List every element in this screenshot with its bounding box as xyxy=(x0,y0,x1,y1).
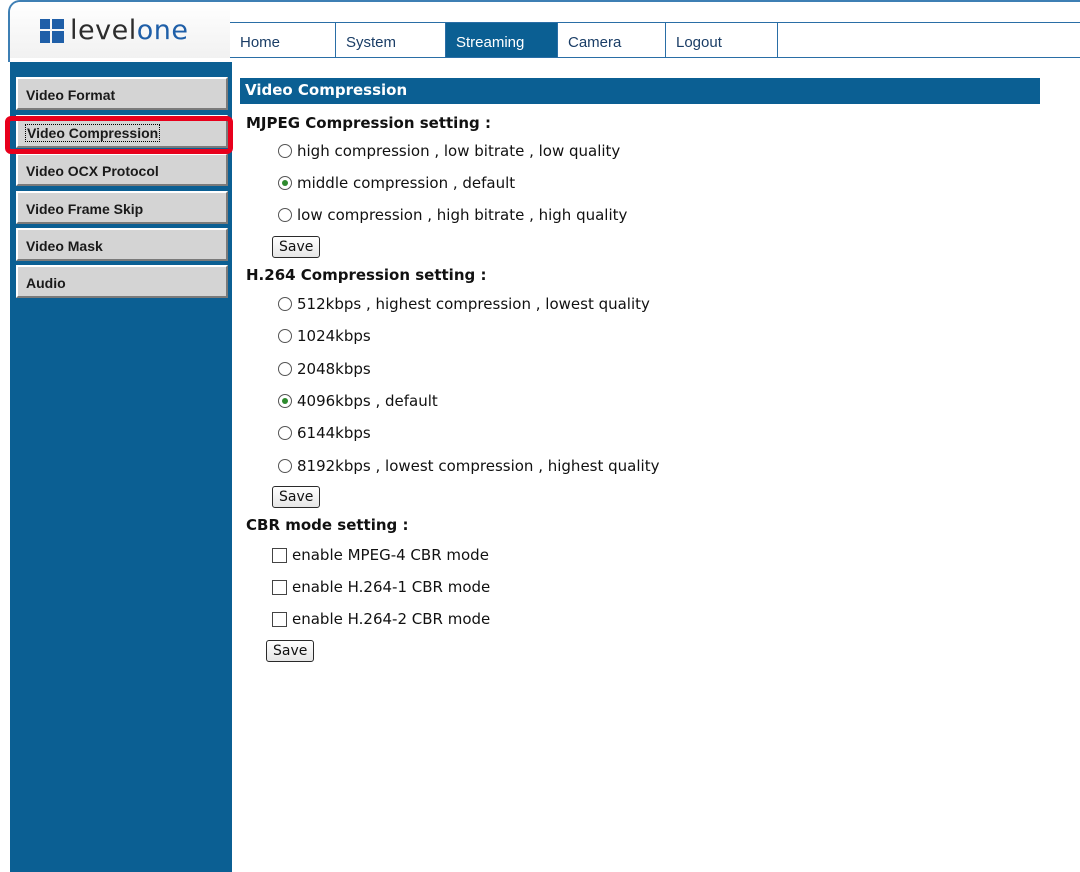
radio-button[interactable] xyxy=(278,297,292,311)
sidebar-item-video-format[interactable]: Video Format xyxy=(16,77,228,110)
option-label: enable H.264-1 CBR mode xyxy=(292,578,491,596)
option-label: 4096kbps , default xyxy=(297,392,438,410)
option-label: high compression , low bitrate , low qua… xyxy=(297,142,621,160)
checkbox[interactable] xyxy=(272,547,287,563)
tab-logout[interactable]: Logout xyxy=(666,23,778,57)
sidebar-item-label: Video OCX Protocol xyxy=(26,163,159,179)
h264-save-button[interactable]: Save xyxy=(272,486,321,508)
radio-button[interactable] xyxy=(278,426,292,440)
option-label: 2048kbps xyxy=(297,360,371,378)
tab-camera[interactable]: Camera xyxy=(558,23,666,57)
tab-home[interactable]: Home xyxy=(230,23,336,57)
h264-section-label: H.264 Compression setting : xyxy=(246,266,487,284)
option-label: middle compression , default xyxy=(297,174,516,192)
cbr-save-button[interactable]: Save xyxy=(266,640,315,662)
radio-button[interactable] xyxy=(278,459,292,473)
cbr-section-label: CBR mode setting : xyxy=(246,516,409,534)
option-label: enable H.264-2 CBR mode xyxy=(292,610,491,628)
option-label: 512kbps , highest compression , lowest q… xyxy=(297,295,650,313)
levelone-logo-icon xyxy=(40,19,64,43)
radio-button[interactable] xyxy=(278,362,292,376)
cbr-option-mpeg4[interactable]: enable MPEG-4 CBR mode xyxy=(272,546,489,564)
h264-option-2048[interactable]: 2048kbps xyxy=(278,360,371,378)
radio-button[interactable] xyxy=(278,329,292,343)
sidebar-item-label: Video Format xyxy=(26,87,116,103)
top-nav: Home System Streaming Camera Logout xyxy=(230,22,1080,58)
mjpeg-section-label: MJPEG Compression setting : xyxy=(246,114,491,132)
option-label: enable MPEG-4 CBR mode xyxy=(292,546,489,564)
option-label: 8192kbps , lowest compression , highest … xyxy=(297,457,660,475)
mjpeg-option-high[interactable]: high compression , low bitrate , low qua… xyxy=(278,142,620,160)
tab-streaming[interactable]: Streaming xyxy=(446,23,558,57)
radio-button-selected[interactable] xyxy=(278,176,292,190)
logo-area: levelone xyxy=(10,2,230,58)
sidebar-item-video-mask[interactable]: Video Mask xyxy=(16,228,228,261)
checkbox[interactable] xyxy=(272,579,287,595)
h264-option-6144[interactable]: 6144kbps xyxy=(278,424,371,442)
radio-button[interactable] xyxy=(278,144,292,158)
mjpeg-option-middle[interactable]: middle compression , default xyxy=(278,174,515,192)
sidebar-item-video-frame-skip[interactable]: Video Frame Skip xyxy=(16,191,228,224)
sidebar-item-label: Video Frame Skip xyxy=(26,201,144,217)
h264-option-8192[interactable]: 8192kbps , lowest compression , highest … xyxy=(278,457,659,475)
tab-filler xyxy=(778,23,1080,57)
levelone-logo: levelone xyxy=(40,16,188,46)
cbr-option-h264-1[interactable]: enable H.264-1 CBR mode xyxy=(272,578,490,596)
h264-option-4096[interactable]: 4096kbps , default xyxy=(278,392,438,410)
checkbox[interactable] xyxy=(272,611,287,627)
page-title: Video Compression xyxy=(240,78,1040,104)
sidebar-item-label: Video Mask xyxy=(26,238,103,254)
option-label: low compression , high bitrate , high qu… xyxy=(297,206,628,224)
option-label: 1024kbps xyxy=(297,327,371,345)
tab-system[interactable]: System xyxy=(336,23,446,57)
sidebar-item-audio[interactable]: Audio xyxy=(16,265,228,298)
cbr-option-h264-2[interactable]: enable H.264-2 CBR mode xyxy=(272,610,490,628)
mjpeg-option-low[interactable]: low compression , high bitrate , high qu… xyxy=(278,206,627,224)
sidebar: Video Format Video Compression Video OCX… xyxy=(10,62,232,872)
option-label: 6144kbps xyxy=(297,424,371,442)
h264-option-1024[interactable]: 1024kbps xyxy=(278,327,371,345)
sidebar-item-label: Audio xyxy=(26,275,66,291)
mjpeg-save-button[interactable]: Save xyxy=(272,236,321,258)
h264-option-512[interactable]: 512kbps , highest compression , lowest q… xyxy=(278,295,650,313)
radio-button[interactable] xyxy=(278,208,292,222)
radio-button-selected[interactable] xyxy=(278,394,292,408)
logo-text-one: one xyxy=(136,15,189,46)
main-content: Video Compression MJPEG Compression sett… xyxy=(240,78,1040,858)
logo-text-level: level xyxy=(70,15,137,46)
selection-highlight-box xyxy=(5,116,233,154)
sidebar-item-video-ocx-protocol[interactable]: Video OCX Protocol xyxy=(16,153,228,186)
logo-text: levelone xyxy=(70,16,188,46)
